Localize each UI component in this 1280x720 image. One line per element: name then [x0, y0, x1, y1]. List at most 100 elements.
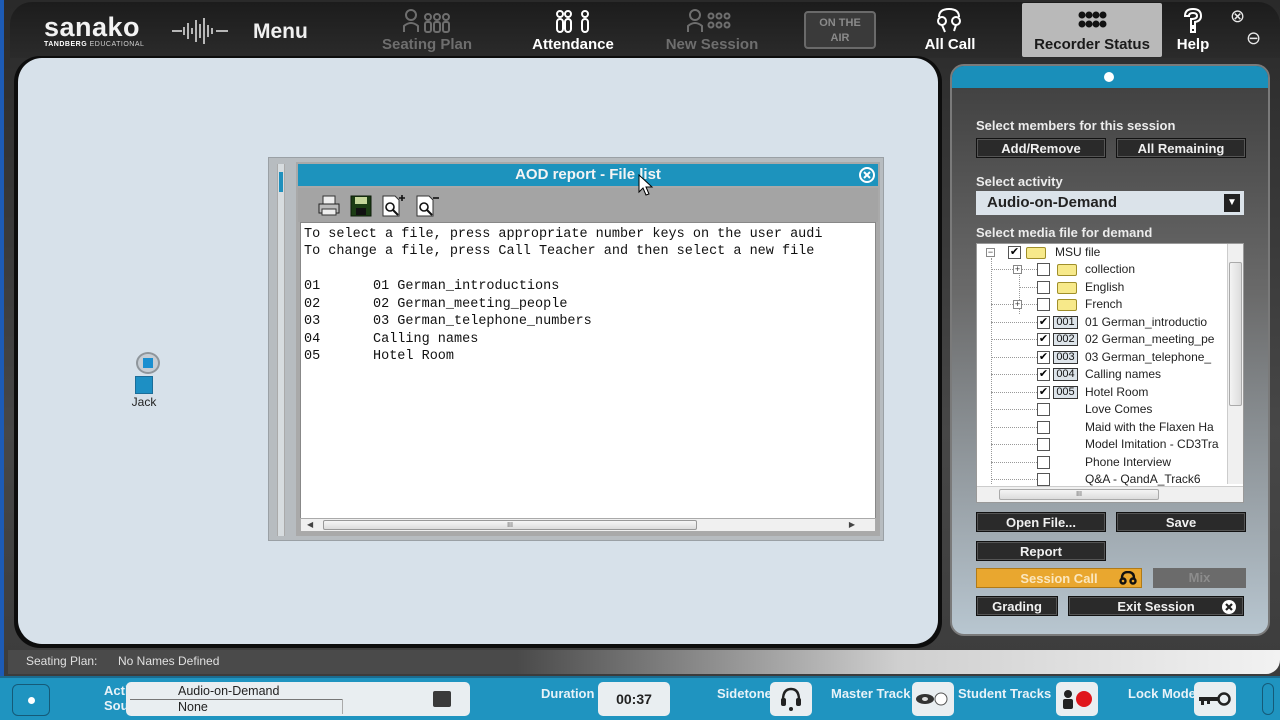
tree-checkbox[interactable]: ✔ — [1037, 386, 1050, 399]
all-remaining-button[interactable]: All Remaining — [1116, 138, 1246, 158]
nav-all-call[interactable]: All Call — [908, 6, 992, 58]
nav-help[interactable]: Help — [1170, 6, 1216, 58]
tree-node-file[interactable]: Maid with the Flaxen Ha — [977, 419, 1227, 436]
sidetone-label: Sidetone — [717, 686, 772, 701]
tree-node-file[interactable]: Model Imitation - CD3Tra — [977, 436, 1227, 453]
expand-icon[interactable]: + — [1013, 265, 1022, 274]
nav-label: Recorder Status — [1034, 36, 1150, 53]
scrollbar-thumb[interactable]: III — [999, 489, 1159, 500]
tree-node-folder[interactable]: + collection — [977, 261, 1227, 278]
file-name: Hotel Room — [373, 349, 455, 364]
scroll-right-arrow[interactable]: ▶ — [849, 520, 855, 529]
seating-plan-value: No Names Defined — [118, 654, 220, 668]
file-number-badge: 003 — [1053, 351, 1078, 364]
file-key: 02 — [304, 297, 321, 312]
tree-label: Model Imitation - CD3Tra — [1085, 437, 1219, 451]
folder-icon — [1057, 282, 1077, 294]
expand-icon[interactable]: + — [1013, 300, 1022, 309]
collapse-icon[interactable]: − — [986, 248, 995, 257]
scrollbar-thumb[interactable] — [1229, 262, 1242, 406]
nav-attendance[interactable]: Attendance — [518, 6, 628, 58]
tree-node-file[interactable]: ✔ 005 Hotel Room — [977, 384, 1227, 401]
student-head-icon — [136, 352, 160, 374]
student-body-icon — [135, 376, 153, 394]
student-station[interactable]: Jack — [126, 352, 162, 412]
duration-display: 00:37 — [598, 682, 670, 716]
report-text-area[interactable]: To select a file, press appropriate numb… — [300, 222, 876, 520]
tree-checkbox[interactable] — [1037, 403, 1050, 416]
tree-checkbox[interactable]: ✔ — [1037, 333, 1050, 346]
close-icon[interactable]: ⊗ — [1230, 6, 1245, 27]
scrollbar-thumb[interactable]: III — [323, 520, 697, 530]
add-remove-button[interactable]: Add/Remove — [976, 138, 1106, 158]
media-file-tree: − ✔ MSU file + collection English + Fren… — [976, 243, 1244, 503]
exit-session-button[interactable]: Exit Session — [1068, 596, 1244, 616]
tree-checkbox[interactable]: ✔ — [1037, 351, 1050, 364]
folder-open-icon — [1026, 247, 1046, 259]
call-headset-icon — [1119, 571, 1137, 585]
dialog-title-bar[interactable]: AOD report - File list — [298, 164, 878, 186]
tree-node-file[interactable]: ✔ 001 01 German_introductio — [977, 314, 1227, 331]
save-icon[interactable] — [348, 194, 374, 218]
chevron-down-icon[interactable]: ▼ — [1224, 194, 1240, 212]
master-track-button[interactable] — [912, 682, 954, 716]
tree-checkbox[interactable]: ✔ — [1037, 316, 1050, 329]
tree-vertical-scrollbar[interactable] — [1227, 244, 1243, 484]
zoom-out-icon[interactable] — [414, 194, 440, 218]
tree-checkbox[interactable] — [1037, 281, 1050, 294]
grading-button[interactable]: Grading — [976, 596, 1058, 616]
scroll-left-arrow[interactable]: ◀ — [307, 520, 313, 529]
session-call-button[interactable]: Session Call — [976, 568, 1142, 588]
tree-checkbox[interactable] — [1037, 421, 1050, 434]
brand-name: sanako — [44, 12, 141, 42]
tree-checkbox[interactable] — [1037, 456, 1050, 469]
tree-checkbox[interactable] — [1037, 473, 1050, 486]
footer-scroll-handle[interactable] — [1262, 683, 1274, 715]
instruction-line: To select a file, press appropriate numb… — [304, 227, 823, 242]
print-icon[interactable] — [316, 194, 342, 218]
zoom-in-icon[interactable] — [380, 194, 406, 218]
nav-seating-plan[interactable]: Seating Plan — [372, 6, 482, 58]
panel-header[interactable] — [952, 66, 1268, 88]
sidetone-button[interactable] — [770, 682, 812, 716]
tree-label: 02 German_meeting_pe — [1085, 332, 1215, 346]
dialog-close-icon[interactable] — [858, 166, 876, 184]
tree-node-file[interactable]: ✔ 004 Calling names — [977, 366, 1227, 383]
report-button[interactable]: Report — [976, 541, 1106, 561]
tree-node-file[interactable]: Love Comes — [977, 401, 1227, 418]
tree-checkbox[interactable]: ✔ — [1037, 368, 1050, 381]
on-air-text: AIR — [830, 32, 850, 44]
activity-select[interactable]: Audio-on-Demand ▼ — [976, 191, 1244, 215]
tree-node-folder[interactable]: + French — [977, 296, 1227, 313]
student-tracks-button[interactable] — [1056, 682, 1098, 716]
seating-plan-label: Seating Plan: — [26, 654, 98, 668]
menu-button[interactable]: Menu — [253, 20, 308, 44]
tree-checkbox[interactable] — [1037, 263, 1050, 276]
stop-icon[interactable] — [433, 691, 451, 707]
tree-node-file[interactable]: ✔ 003 03 German_telephone_ — [977, 349, 1227, 366]
minimize-icon[interactable]: ⊖ — [1246, 28, 1261, 49]
file-name: Calling names — [373, 332, 479, 347]
mix-button[interactable]: Mix — [1153, 568, 1246, 588]
tree-node-file[interactable]: Phone Interview — [977, 454, 1227, 471]
tree-horizontal-scrollbar[interactable]: III — [977, 486, 1243, 502]
tree-checkbox[interactable]: ✔ — [1008, 246, 1021, 259]
tree-label: 01 German_introductio — [1085, 315, 1208, 329]
nav-new-session[interactable]: New Session — [654, 6, 770, 58]
file-name: 02 German_meeting_people — [373, 297, 568, 312]
lock-mode-button[interactable] — [1194, 682, 1236, 716]
open-file-button[interactable]: Open File... — [976, 512, 1106, 532]
activity-source-box: Audio-on-Demand None — [126, 682, 470, 716]
tree-checkbox[interactable] — [1037, 438, 1050, 451]
file-number-badge: 001 — [1053, 316, 1078, 329]
tree-checkbox[interactable] — [1037, 298, 1050, 311]
save-button[interactable]: Save — [1116, 512, 1246, 532]
tree-node-folder[interactable]: English — [977, 279, 1227, 296]
file-name: 03 German_telephone_numbers — [373, 314, 592, 329]
tree-node-root[interactable]: − ✔ MSU file — [977, 244, 1227, 261]
nav-recorder-status[interactable]: Recorder Status — [1022, 3, 1162, 57]
dialog-horizontal-scrollbar[interactable]: ◀ III ▶ — [300, 518, 876, 532]
record-indicator-button[interactable] — [12, 684, 50, 716]
tree-label: Hotel Room — [1085, 385, 1149, 399]
tree-node-file[interactable]: ✔ 002 02 German_meeting_pe — [977, 331, 1227, 348]
